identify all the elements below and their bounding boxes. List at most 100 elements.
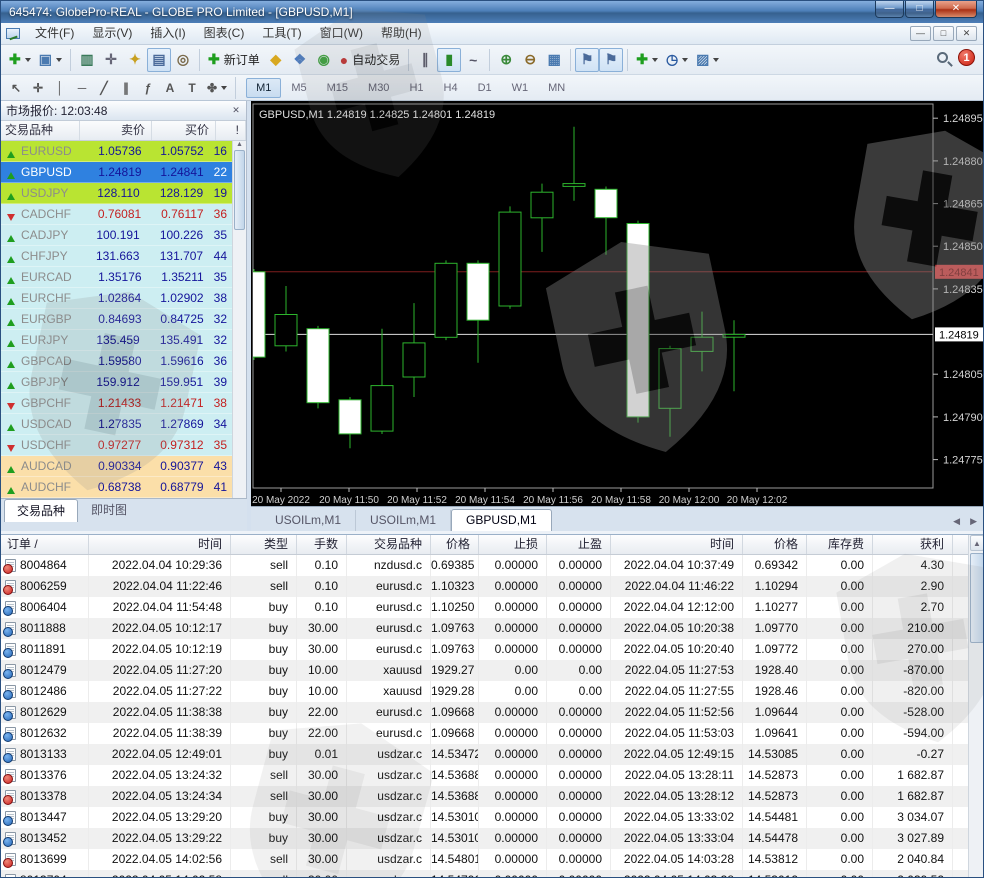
order-row-8012486[interactable]: 80124862022.04.05 11:27:22buy10.00xauusd… [1,681,984,702]
market-watch-row-usdcad[interactable]: USDCAD1.278351.2786934 [1,414,233,435]
trendline-tool-button[interactable]: ╱ [93,78,115,98]
menu-item-tools[interactable]: 工具(T) [253,23,310,44]
close-button[interactable]: ✕ [935,1,977,18]
indicator-flag-1-button[interactable]: ⚑ [575,48,599,72]
timeframe-m5[interactable]: M5 [281,78,316,98]
title-bar[interactable]: 645474: GlobePro-REAL - GLOBE PRO Limite… [1,1,983,23]
market-watch-row-eurgbp[interactable]: EURGBP0.846930.8472532 [1,309,233,330]
arrows-tool-dropdown-icon[interactable] [221,86,227,90]
order-row-8013452[interactable]: 80134522022.04.05 13:29:22buy30.00usdzar… [1,828,984,849]
order-row-8006259[interactable]: 80062592022.04.04 11:22:46sell0.10eurusd… [1,576,984,597]
menu-item-insert[interactable]: 插入(I) [141,23,194,44]
timeframe-m30[interactable]: M30 [358,78,399,98]
market-watch-row-gbpchf[interactable]: GBPCHF1.214331.2147138 [1,393,233,414]
terminal-scroll-thumb[interactable] [970,553,984,643]
market-watch-row-eurusd[interactable]: EURUSD1.057361.0575216 [1,141,233,162]
new-order-button[interactable]: ✚新订单 [204,48,264,72]
timeframe-m15[interactable]: M15 [317,78,358,98]
orders-col-header-3[interactable]: 手数 [297,535,347,554]
vline-tool-button[interactable]: │ [49,78,71,98]
order-row-8013133[interactable]: 80131332022.04.05 12:49:01buy0.01usdzar.… [1,744,984,765]
orders-col-header-0[interactable]: 订单 / [1,535,89,554]
order-row-8004864[interactable]: 80048642022.04.04 10:29:36sell0.10nzdusd… [1,555,984,576]
candlestick-chart[interactable]: 1.248951.248801.248651.248501.248351.248… [251,101,984,506]
market-watch-row-gbpjpy[interactable]: GBPJPY159.912159.95139 [1,372,233,393]
timeframe-mn[interactable]: MN [538,78,575,98]
new-chart-dropdown-icon[interactable] [25,58,31,62]
order-row-8013704[interactable]: 80137042022.04.05 14:02:58sell30.00usdza… [1,870,984,878]
menu-item-charts[interactable]: 图表(C) [195,23,254,44]
strategy-tester-button[interactable]: ◎ [171,48,195,72]
metaeditor-button[interactable]: ❖ [288,48,312,72]
orders-col-header-10[interactable]: 库存费 [807,535,873,554]
orders-col-header-8[interactable]: 时间 [611,535,743,554]
zoom-out-button[interactable]: ⊖ [518,48,542,72]
menu-item-window[interactable]: 窗口(W) [311,23,372,44]
timeframe-m1[interactable]: M1 [246,78,281,98]
chart-candles-button[interactable]: ▮ [437,48,461,72]
channel-tool-button[interactable]: ∥ [115,78,137,98]
news-button[interactable]: ◆ [264,48,288,72]
cursor-tool-button[interactable]: ↖ [5,78,27,98]
orders-col-header-6[interactable]: 止损 [479,535,547,554]
search-icon[interactable] [937,52,948,63]
order-row-8013699[interactable]: 80136992022.04.05 14:02:56sell30.00usdza… [1,849,984,870]
terminal-toggle-button[interactable]: ▤ [147,48,171,72]
hline-tool-button[interactable]: ─ [71,78,93,98]
new-chart-button[interactable]: ✚ [5,48,35,72]
navigator-button[interactable]: ✦ [123,48,147,72]
timeframe-h1[interactable]: H1 [399,78,433,98]
text-tool-button[interactable]: A [159,78,181,98]
profiles-dropdown-icon[interactable] [56,58,62,62]
scroll-up-icon[interactable]: ▲ [233,141,246,148]
market-watch-scrollbar[interactable]: ▲ [232,141,246,498]
market-watch-row-eurjpy[interactable]: EURJPY135.459135.49132 [1,330,233,351]
mw-col-header-2[interactable]: 买价 [152,121,216,140]
market-watch-row-gbpusd[interactable]: GBPUSD1.248191.2484122 [1,162,233,183]
order-row-8013378[interactable]: 80133782022.04.05 13:24:34sell30.00usdza… [1,786,984,807]
market-watch-row-eurchf[interactable]: EURCHF1.028641.0290238 [1,288,233,309]
price-chart[interactable]: 1.248951.248801.248651.248501.248351.248… [251,101,984,506]
market-watch-row-cadchf[interactable]: CADCHF0.760810.7611736 [1,204,233,225]
order-row-8013376[interactable]: 80133762022.04.05 13:24:32sell30.00usdza… [1,765,984,786]
chart-bars-button[interactable]: ∥ [413,48,437,72]
orders-col-header-5[interactable]: 价格 [431,535,479,554]
terminal-scroll-up-icon[interactable]: ▲ [970,535,984,551]
chart-line-button[interactable]: ~ [461,48,485,72]
market-watch-row-usdjpy[interactable]: USDJPY128.110128.12919 [1,183,233,204]
order-row-8011891[interactable]: 80118912022.04.05 10:12:19buy30.00eurusd… [1,639,984,660]
orders-col-header-9[interactable]: 价格 [743,535,807,554]
add-indicator-button[interactable]: ✚ [632,48,662,72]
market-watch-scroll-thumb[interactable] [234,150,245,230]
market-watch-close-button[interactable]: ✕ [229,104,243,118]
chart-tab-2[interactable]: GBPUSD,M1 [451,509,552,531]
indicator-flag-2-button[interactable]: ⚑ [599,48,623,72]
timeframe-w1[interactable]: W1 [502,78,539,98]
market-watch-row-cadjpy[interactable]: CADJPY100.191100.22635 [1,225,233,246]
mw-col-header-1[interactable]: 卖价 [80,121,152,140]
mdi-minimize-button[interactable]: — [910,26,931,41]
order-row-8006404[interactable]: 80064042022.04.04 11:54:48buy0.10eurusd.… [1,597,984,618]
market-watch-toggle-button[interactable]: ▥ [75,48,99,72]
minimize-button[interactable]: — [875,1,904,18]
maximize-button[interactable]: □ [905,1,934,18]
add-indicator-dropdown-icon[interactable] [652,58,658,62]
timeframe-h4[interactable]: H4 [434,78,468,98]
mw-col-header-0[interactable]: 交易品种 [1,121,80,140]
data-window-button[interactable]: ✛ [99,48,123,72]
order-row-8012629[interactable]: 80126292022.04.05 11:38:38buy22.00eurusd… [1,702,984,723]
market-watch-row-audchf[interactable]: AUDCHF0.687380.6877941 [1,477,233,498]
orders-col-header-11[interactable]: 获利 [873,535,953,554]
signals-button[interactable]: ◉ [312,48,336,72]
orders-col-header-2[interactable]: 类型 [231,535,297,554]
order-row-8011888[interactable]: 80118882022.04.05 10:12:17buy30.00eurusd… [1,618,984,639]
templates-dropdown-icon[interactable] [713,58,719,62]
orders-col-header-4[interactable]: 交易品种 [347,535,431,554]
mdi-restore-button[interactable]: □ [933,26,954,41]
order-row-8012632[interactable]: 80126322022.04.05 11:38:39buy22.00eurusd… [1,723,984,744]
tab-scroll-right-icon[interactable]: ▶ [970,516,977,527]
tile-windows-button[interactable]: ▦ [542,48,566,72]
menu-item-view[interactable]: 显示(V) [83,23,141,44]
orders-col-header-1[interactable]: 时间 [89,535,231,554]
profiles-button[interactable]: ▣ [35,48,66,72]
